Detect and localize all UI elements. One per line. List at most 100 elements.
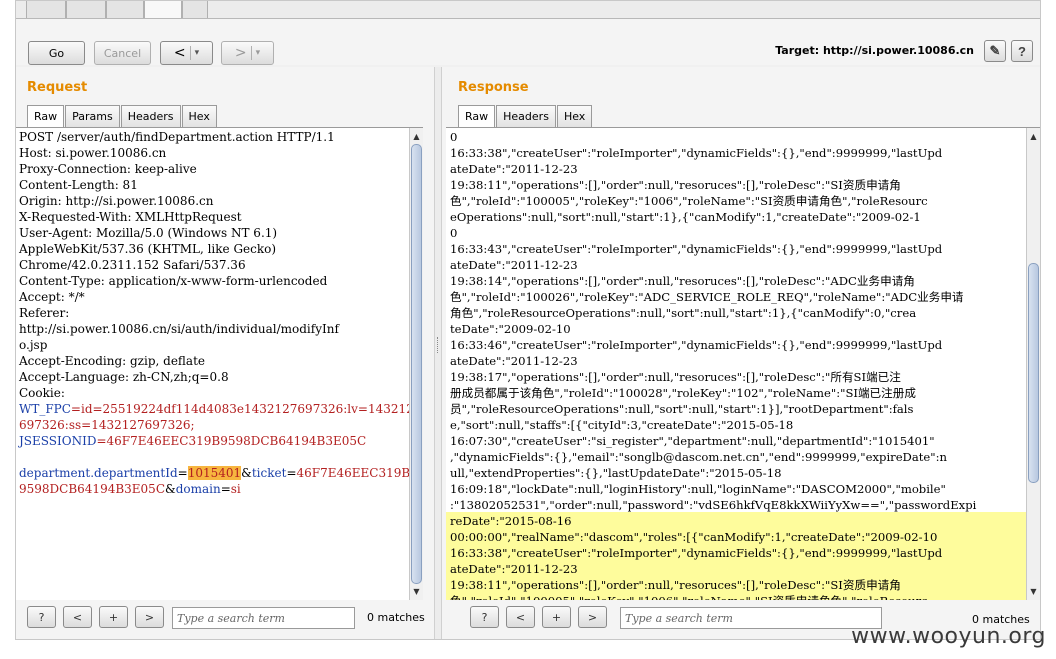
- param-key: ticket: [251, 466, 287, 480]
- scroll-thumb[interactable]: [1028, 263, 1039, 483]
- response-line: 16:33:38","createUser":"roleImporter","d…: [450, 146, 943, 160]
- separator: [189, 46, 191, 60]
- request-line: http://si.power.10086.cn/si/auth/individ…: [19, 322, 339, 336]
- tab-raw[interactable]: Raw: [27, 105, 65, 127]
- scroll-thumb[interactable]: [411, 144, 422, 584]
- param-value: si: [230, 482, 241, 496]
- param-key: department.departmentId: [19, 466, 178, 480]
- watermark: www.wooyun.org: [851, 624, 1046, 649]
- prev-match-button[interactable]: <: [506, 606, 535, 628]
- prev-match-button[interactable]: <: [63, 606, 92, 628]
- response-line: 19:38:11","operations":[],"order":null,"…: [450, 578, 901, 592]
- response-line: ateDate":"2011-12-23: [450, 162, 578, 176]
- request-tabs: Raw Params Headers Hex: [27, 105, 218, 127]
- request-scrollbar[interactable]: ▲ ▼: [409, 128, 423, 600]
- response-line: 19:38:17","operations":[],"order":null,"…: [450, 370, 901, 384]
- request-line: o.jsp: [19, 338, 48, 352]
- next-match-button[interactable]: >: [578, 606, 607, 628]
- tab-hex[interactable]: Hex: [556, 105, 593, 127]
- response-line: 16:07:30","createUser":"si_register","de…: [450, 434, 935, 448]
- add-button[interactable]: +: [542, 606, 571, 628]
- scroll-down-icon[interactable]: ▼: [410, 585, 423, 599]
- response-line: 16:33:38","createUser":"roleImporter","d…: [450, 546, 943, 560]
- cookie-line: WT_FPC=id=25519224df114d4083e14321276973…: [16, 401, 423, 417]
- top-tab-2[interactable]: [66, 1, 106, 18]
- back-arrow-icon: <: [173, 45, 186, 61]
- request-line: Cookie:: [19, 386, 65, 400]
- response-scrollbar[interactable]: ▲ ▼: [1026, 128, 1040, 600]
- tab-headers[interactable]: Headers: [496, 105, 556, 127]
- response-line: 角色","roleResourceOperations":null,"sort"…: [450, 306, 917, 320]
- response-line: 册成员都属于该角色","roleId":"100028","roleKey":"…: [450, 386, 916, 400]
- param-value: 46F7E46EEC319B: [296, 466, 411, 480]
- top-tab-5[interactable]: [182, 1, 208, 18]
- scroll-up-icon[interactable]: ▲: [1027, 130, 1040, 144]
- response-line: 色","roleId":"100005","roleKey":"1006","r…: [450, 194, 928, 208]
- response-editor[interactable]: 0 16:33:38","createUser":"roleImporter","…: [446, 127, 1040, 600]
- cookie-line: JSESSIONID=46F7E46EEC319B9598DCB64194B3E…: [16, 433, 423, 449]
- request-line: Referer:: [19, 306, 70, 320]
- top-tab-3[interactable]: [106, 1, 144, 18]
- search-input[interactable]: [172, 607, 355, 629]
- splitter-grip-icon: [437, 337, 439, 353]
- forward-button[interactable]: > ▾: [221, 41, 274, 65]
- param-value: 9598DCB64194B3E05C: [19, 482, 165, 496]
- tab-raw[interactable]: Raw: [458, 105, 496, 127]
- request-line: Accept-Encoding: gzip, deflate: [19, 354, 206, 368]
- request-search-bar: ? < + > 0 matches: [27, 606, 427, 632]
- toolbar: Go Cancel < ▾ > ▾ Target: http://si.powe…: [16, 19, 1040, 65]
- response-line: ateDate":"2011-12-23: [450, 562, 578, 576]
- response-line: 19:38:11","operations":[],"order":null,"…: [450, 178, 901, 192]
- response-line: 色","roleId":"100026","roleKey":"ADC_SERV…: [450, 290, 964, 304]
- help-button[interactable]: ?: [1011, 40, 1033, 62]
- pane-splitter[interactable]: [434, 67, 442, 639]
- param-eq: =: [286, 466, 297, 480]
- response-line: 色","roleId":"100005","roleKey":"1006","r…: [447, 593, 1040, 600]
- top-tab-active[interactable]: [144, 1, 182, 18]
- response-line: e,"sort":null,"staffs":[{"cityId":3,"cre…: [450, 418, 794, 432]
- request-line: X-Requested-With: XMLHttpRequest: [19, 210, 242, 224]
- top-tab-strip: [16, 1, 1040, 19]
- scroll-up-icon[interactable]: ▲: [410, 130, 423, 144]
- add-button[interactable]: +: [99, 606, 128, 628]
- top-tab-1[interactable]: [26, 1, 66, 18]
- next-match-button[interactable]: >: [135, 606, 164, 628]
- back-button[interactable]: < ▾: [160, 41, 213, 65]
- cookie-line: 697326:ss=1432127697326;: [19, 418, 195, 432]
- body-line: department.departmentId=1015401&ticket=4…: [16, 465, 423, 481]
- response-line: 员","roleResourceOperations":null,"sort":…: [450, 402, 914, 416]
- response-line: :"13802052531","order":null,"password":"…: [450, 498, 977, 512]
- match-count: 0 matches: [367, 611, 425, 624]
- cancel-button[interactable]: Cancel: [94, 41, 151, 65]
- response-line: ateDate":"2011-12-23: [450, 258, 578, 272]
- response-tabs: Raw Headers Hex: [458, 105, 593, 127]
- response-line: ull,"extendProperties":{},"lastUpdateDat…: [450, 466, 782, 480]
- tab-headers[interactable]: Headers: [120, 105, 181, 127]
- cookie-value: =id=25519224df114d4083e1432127697326:lv=…: [70, 402, 422, 416]
- scroll-down-icon[interactable]: ▼: [1027, 585, 1040, 599]
- response-line: ateDate":"2011-12-23: [450, 354, 578, 368]
- search-input[interactable]: [620, 607, 882, 629]
- go-button[interactable]: Go: [28, 41, 85, 65]
- request-title: Request: [27, 80, 88, 95]
- param-key: domain: [175, 482, 221, 496]
- help-button[interactable]: ?: [470, 606, 499, 628]
- request-line: POST /server/auth/findDepartment.action …: [19, 130, 335, 144]
- response-line: 0: [450, 130, 458, 144]
- cookie-value: =46F7E46EEC319B9598DCB64194B3E05C: [96, 434, 367, 448]
- request-pane: Request Raw Params Headers Hex POST /ser…: [16, 67, 434, 639]
- tab-params[interactable]: Params: [65, 105, 120, 127]
- param-sep: &: [165, 482, 176, 496]
- edit-target-button[interactable]: ✎: [984, 40, 1006, 62]
- help-button[interactable]: ?: [27, 606, 56, 628]
- tab-hex[interactable]: Hex: [181, 105, 217, 127]
- target-label: Target: http://si.power.10086.cn: [775, 44, 974, 57]
- request-editor[interactable]: POST /server/auth/findDepartment.action …: [16, 127, 423, 600]
- param-sep: &: [241, 466, 252, 480]
- request-line: User-Agent: Mozilla/5.0 (Windows NT 6.1): [19, 226, 278, 240]
- back-dropdown-icon: ▾: [194, 48, 200, 58]
- pencil-icon: ✎: [989, 43, 1001, 58]
- response-title: Response: [458, 80, 529, 95]
- response-line: teDate":"2009-02-10: [450, 322, 571, 336]
